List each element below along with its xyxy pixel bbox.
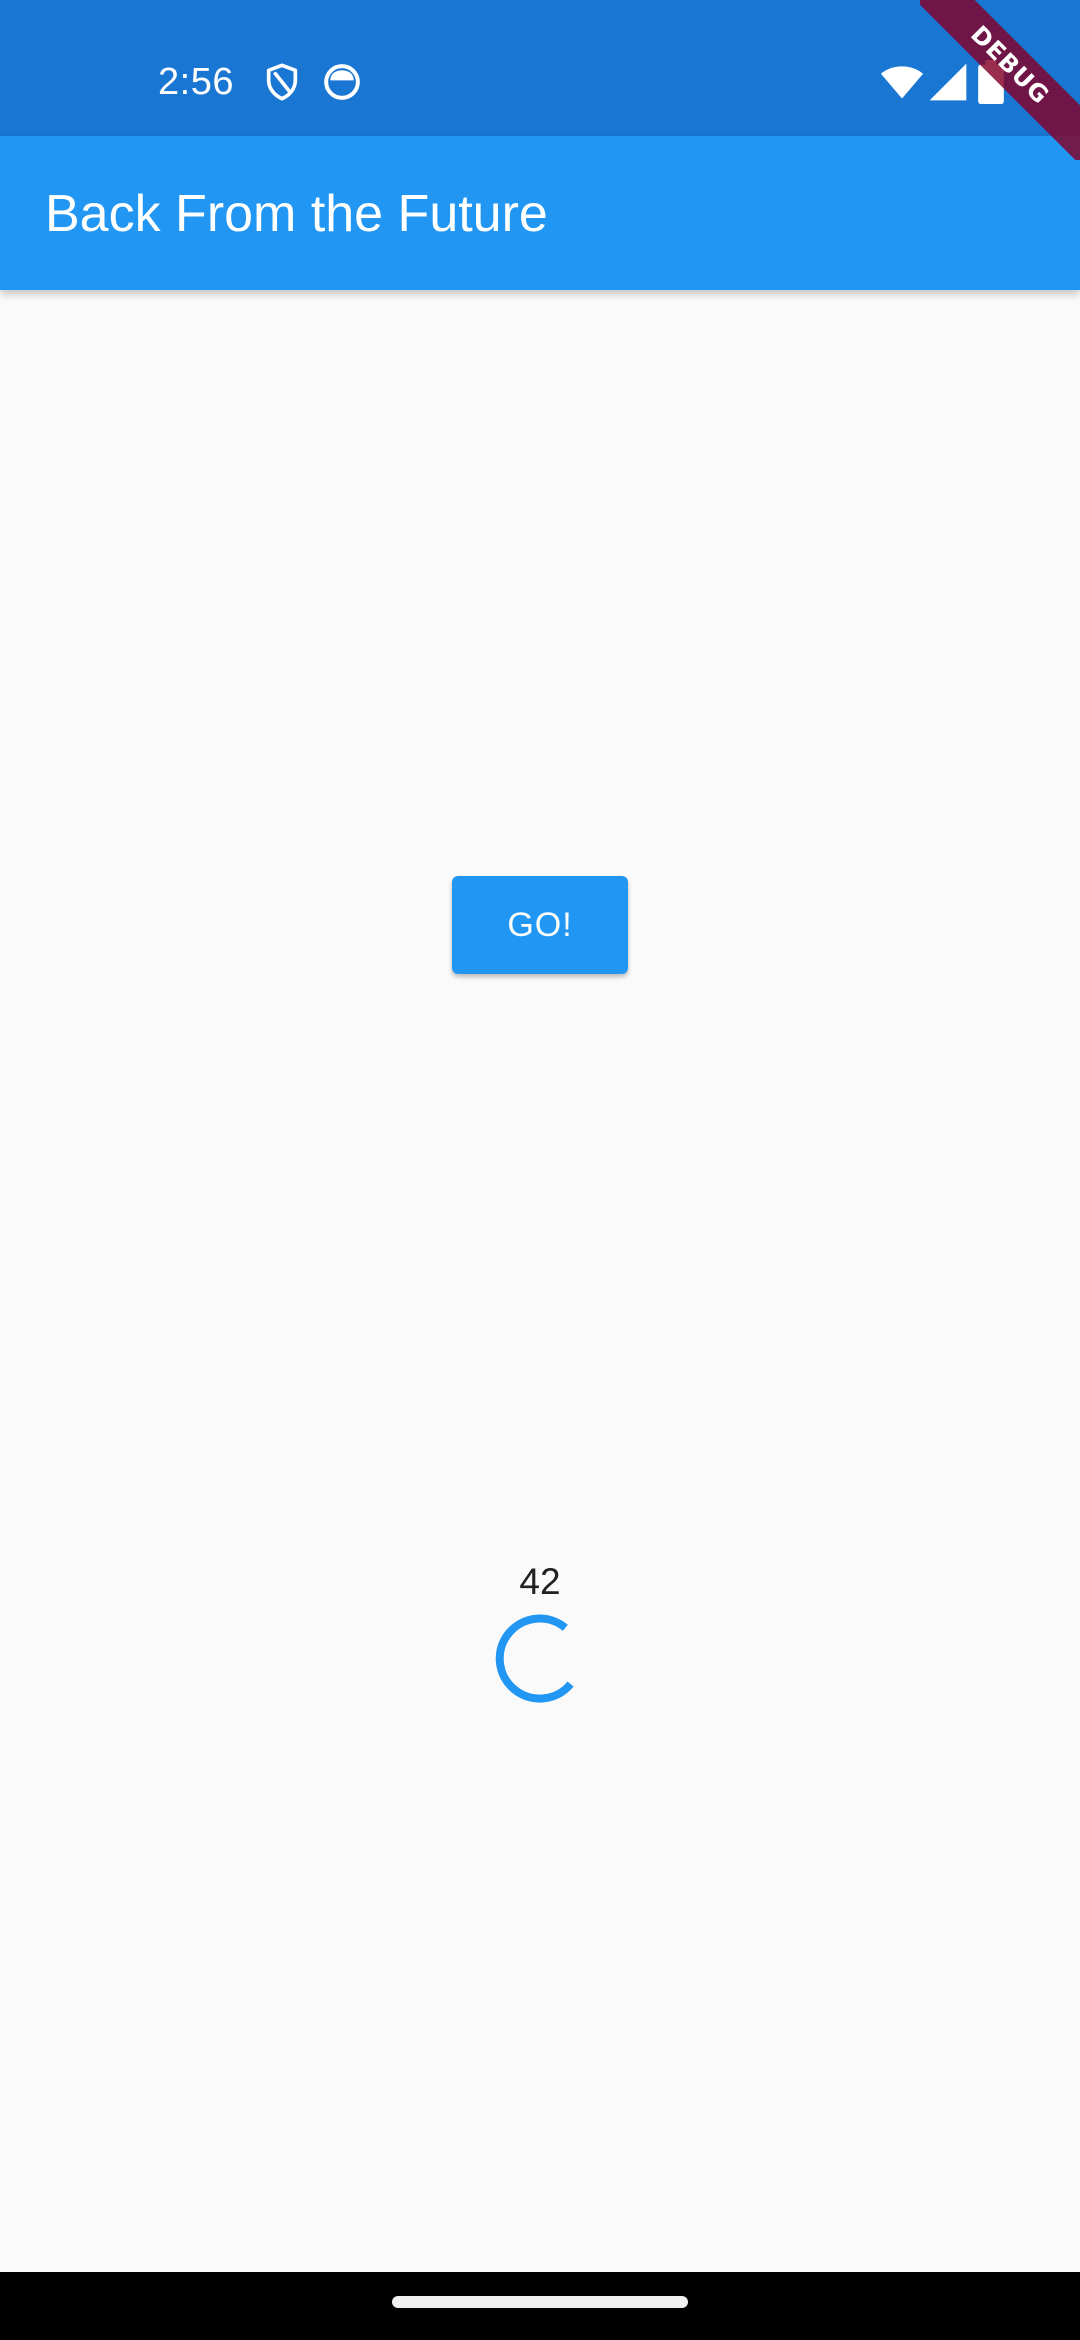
debug-banner-label: DEBUG bbox=[920, 0, 1080, 160]
circular-progress-icon bbox=[495, 1614, 574, 1703]
shield-icon bbox=[266, 63, 298, 101]
status-time: 2:56 bbox=[158, 61, 234, 103]
navigation-bar bbox=[0, 2272, 1080, 2340]
result-value: 42 bbox=[519, 1561, 561, 1602]
debug-banner: DEBUG bbox=[920, 0, 1080, 160]
app-notification-icon bbox=[324, 64, 360, 100]
wifi-icon bbox=[880, 66, 924, 99]
home-gesture-handle[interactable] bbox=[392, 2296, 688, 2308]
status-bar: 2:56 bbox=[0, 0, 1080, 136]
app-title: Back From the Future bbox=[45, 185, 548, 243]
app-bar: Back From the Future bbox=[0, 136, 1080, 290]
go-button[interactable]: GO! bbox=[452, 876, 628, 974]
